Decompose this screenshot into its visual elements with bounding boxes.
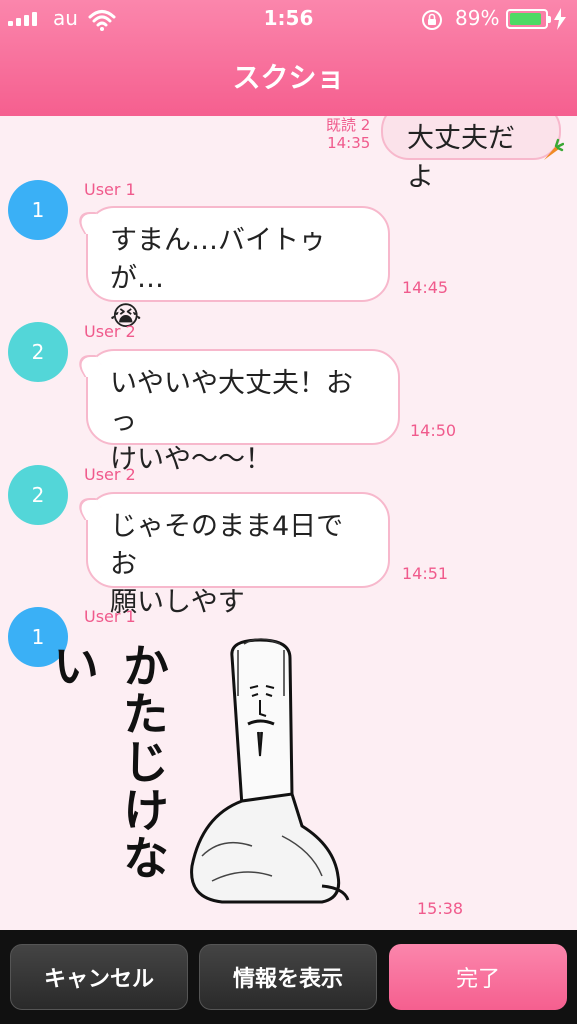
status-bar: au 1:56 89% [0,0,577,40]
page-title: スクショ [232,61,345,94]
kneeling-figure-illustration [190,638,350,904]
avatar[interactable]: 2 [8,465,68,525]
battery-fill [510,13,542,25]
message-text: けいや〜〜！ [110,444,272,475]
message-username: User 1 [84,180,136,199]
avatar[interactable]: 2 [8,322,68,382]
read-receipt: 既読 2 14:35 [326,116,370,152]
message-text: いやいや大丈夫！おっ [110,368,353,437]
my-message-time: 14:35 [327,134,371,152]
message-username: User 2 [84,465,136,484]
carrot-icon [544,138,564,160]
cancel-button[interactable]: キャンセル [10,944,188,1010]
orientation-lock-icon [422,10,442,30]
message-text: 願いしやす [110,587,245,618]
battery-icon [506,9,551,29]
message-bubble[interactable]: いやいや大丈夫！おっ けいや〜〜！ [86,349,400,475]
charging-icon [554,8,566,30]
crying-emoji-icon: 😭 [110,301,142,332]
my-message-text: 大丈夫だよ [407,123,515,193]
message-text: じゃそのまま4日でお [110,511,344,580]
message-bubble[interactable]: すまん…バイトゥが… 😭 [86,206,390,332]
show-info-button[interactable]: 情報を表示 [199,944,377,1010]
my-message-bubble[interactable]: 大丈夫だよ [381,116,561,193]
message-username: User 1 [84,607,136,626]
read-label: 既読 2 [326,116,371,134]
message-time: 14:45 [402,278,449,297]
message-time: 14:50 [410,421,457,440]
chat-area[interactable]: 既読 2 14:35 大丈夫だよ 1 User 1 すまん…バイトゥが… 😭 1… [0,116,577,930]
footer-toolbar: キャンセル 情報を表示 完了 [0,930,577,1024]
avatar[interactable]: 1 [8,180,68,240]
sticker-image[interactable]: かたじけない [46,636,366,926]
message-time: 15:38 [417,899,464,918]
message-time: 14:51 [402,564,449,583]
battery-percent: 89% [455,6,500,30]
header-bar: au 1:56 89% スクショ [0,0,577,116]
message-bubble[interactable]: じゃそのまま4日でお 願いしやす [86,492,390,618]
message-username: User 2 [84,322,136,341]
message-text: すまん…バイトゥが… [110,225,326,294]
done-button[interactable]: 完了 [389,944,567,1010]
